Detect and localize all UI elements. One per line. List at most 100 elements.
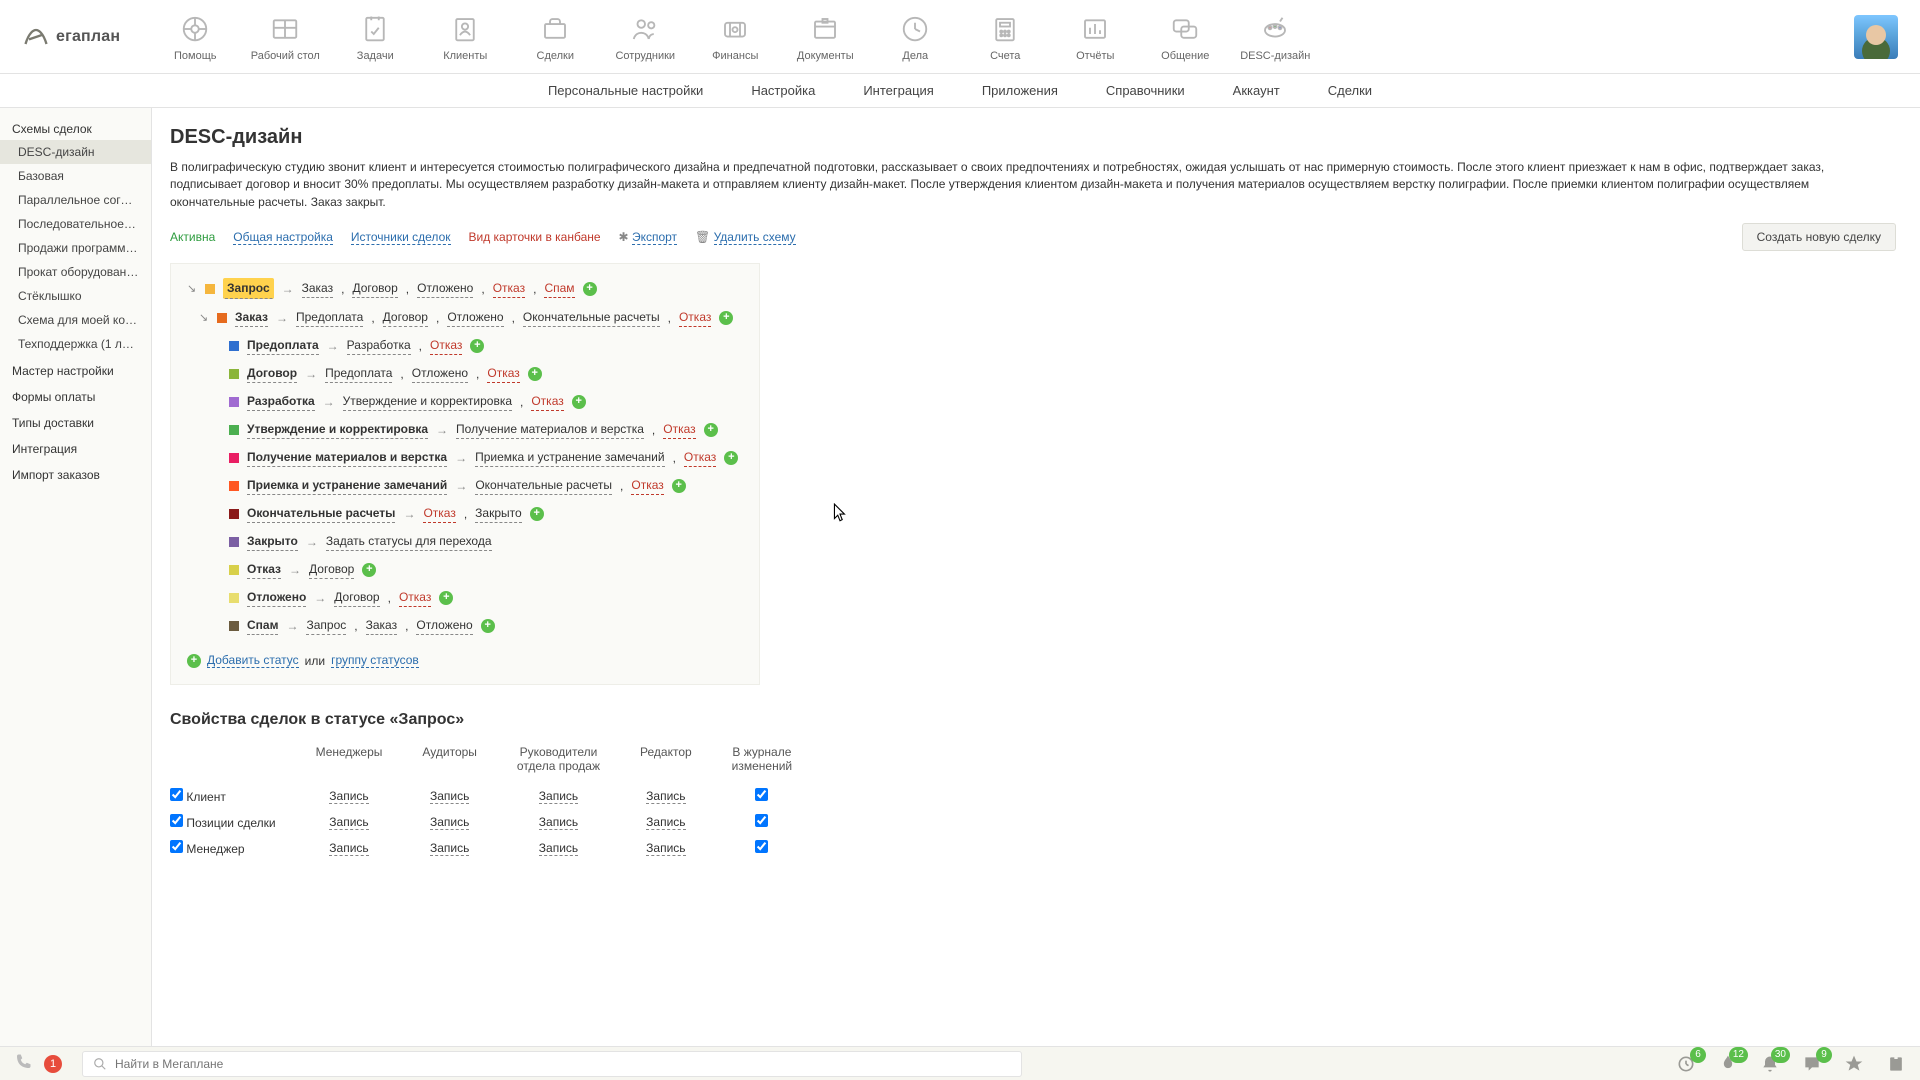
add-transition-icon[interactable]: + bbox=[481, 619, 495, 633]
transition-link[interactable]: Запрос bbox=[306, 616, 346, 635]
transition-link[interactable]: Отказ bbox=[493, 279, 525, 298]
access-cell[interactable]: Запись bbox=[430, 841, 469, 856]
access-cell[interactable]: Запись bbox=[646, 815, 685, 830]
prop-row-checkbox[interactable] bbox=[170, 840, 183, 853]
access-cell[interactable]: Запись bbox=[539, 841, 578, 856]
sidebar-scheme-item[interactable]: Стёклышко bbox=[0, 284, 151, 308]
transition-link[interactable]: Отложено bbox=[447, 308, 503, 327]
add-transition-icon[interactable]: + bbox=[362, 563, 376, 577]
log-checkbox[interactable] bbox=[755, 840, 768, 853]
sidebar-scheme-item[interactable]: DESC-дизайн bbox=[0, 140, 151, 164]
status-name[interactable]: Заказ bbox=[235, 308, 268, 327]
star-icon[interactable] bbox=[1844, 1054, 1864, 1074]
search-wrap[interactable] bbox=[82, 1051, 1022, 1077]
logo[interactable]: егаплан bbox=[22, 23, 120, 51]
access-cell[interactable]: Запись bbox=[646, 841, 685, 856]
sidebar-item[interactable]: Типы доставки bbox=[0, 408, 151, 434]
access-cell[interactable]: Запись bbox=[539, 789, 578, 804]
transition-link[interactable]: Разработка bbox=[347, 336, 411, 355]
create-deal-button[interactable]: Создать новую сделку bbox=[1742, 223, 1896, 251]
status-name[interactable]: Утверждение и корректировка bbox=[247, 420, 428, 439]
tab-active[interactable]: Активна bbox=[170, 230, 215, 244]
topnav-item-8[interactable]: Дела bbox=[880, 12, 950, 62]
sidebar-item[interactable]: Формы оплаты bbox=[0, 382, 151, 408]
clipboard-icon[interactable] bbox=[1886, 1054, 1906, 1074]
transition-link[interactable]: Заказ bbox=[302, 279, 333, 298]
add-transition-icon[interactable]: + bbox=[719, 311, 733, 325]
transition-link[interactable]: Отложено bbox=[417, 279, 473, 298]
transition-link[interactable]: Спам bbox=[544, 279, 574, 298]
phone-icon[interactable] bbox=[14, 1053, 32, 1074]
sidebar-item[interactable]: Интеграция bbox=[0, 434, 151, 460]
access-cell[interactable]: Запись bbox=[329, 789, 368, 804]
sidebar-scheme-item[interactable]: Параллельное согласование bbox=[0, 188, 151, 212]
transition-link[interactable]: Отложено bbox=[412, 364, 468, 383]
transition-link[interactable]: Отказ bbox=[679, 308, 711, 327]
topnav-item-6[interactable]: Финансы bbox=[700, 12, 770, 62]
transition-link[interactable]: Договор bbox=[352, 279, 397, 298]
sidebar-scheme-item[interactable]: Техподдержка (1 линия) bbox=[0, 332, 151, 356]
add-transition-icon[interactable]: + bbox=[572, 395, 586, 409]
status-name[interactable]: Запрос bbox=[223, 278, 274, 299]
status-name[interactable]: Разработка bbox=[247, 392, 315, 411]
topnav-item-11[interactable]: Общение bbox=[1150, 12, 1220, 62]
transition-link[interactable]: Получение материалов и верстка bbox=[456, 420, 644, 439]
topnav-item-12[interactable]: DESC-дизайн bbox=[1240, 12, 1310, 62]
tab-export[interactable]: ✱ Экспорт bbox=[619, 230, 677, 244]
add-transition-icon[interactable]: + bbox=[530, 507, 544, 521]
sidebar-scheme-item[interactable]: Прокат оборудования bbox=[0, 260, 151, 284]
bell-icon[interactable]: 30 bbox=[1760, 1054, 1780, 1074]
transition-link[interactable]: Договор bbox=[383, 308, 428, 327]
sidebar-item[interactable]: Мастер настройки bbox=[0, 356, 151, 382]
prop-row-checkbox[interactable] bbox=[170, 814, 183, 827]
access-cell[interactable]: Запись bbox=[430, 815, 469, 830]
subnav-item-5[interactable]: Аккаунт bbox=[1233, 83, 1280, 98]
transition-link[interactable]: Закрыто bbox=[475, 504, 522, 523]
access-cell[interactable]: Запись bbox=[329, 815, 368, 830]
transition-link[interactable]: Договор bbox=[309, 560, 354, 579]
sidebar-scheme-item[interactable]: Последовательное согласов... bbox=[0, 212, 151, 236]
fire-icon[interactable]: 12 bbox=[1718, 1054, 1738, 1074]
chat-icon[interactable]: 9 bbox=[1802, 1054, 1822, 1074]
status-name[interactable]: Приемка и устранение замечаний bbox=[247, 476, 447, 495]
add-transition-icon[interactable]: + bbox=[704, 423, 718, 437]
transition-link[interactable]: Отказ bbox=[399, 588, 431, 607]
subnav-item-1[interactable]: Настройка bbox=[751, 83, 815, 98]
transition-link[interactable]: Отказ bbox=[430, 336, 462, 355]
access-cell[interactable]: Запись bbox=[539, 815, 578, 830]
transition-link[interactable]: Окончательные расчеты bbox=[523, 308, 660, 327]
status-name[interactable]: Получение материалов и верстка bbox=[247, 448, 447, 467]
avatar[interactable] bbox=[1854, 15, 1898, 59]
topnav-item-2[interactable]: Задачи bbox=[340, 12, 410, 62]
add-transition-icon[interactable]: + bbox=[724, 451, 738, 465]
log-checkbox[interactable] bbox=[755, 814, 768, 827]
tab-delete[interactable]: 🗑 Удалить схему bbox=[695, 230, 796, 244]
subnav-item-2[interactable]: Интеграция bbox=[863, 83, 934, 98]
topnav-item-4[interactable]: Сделки bbox=[520, 12, 590, 62]
transition-link[interactable]: Отказ bbox=[487, 364, 519, 383]
transition-link[interactable]: Заказ bbox=[366, 616, 397, 635]
sidebar-scheme-item[interactable]: Схема для моей компании bbox=[0, 308, 151, 332]
add-transition-icon[interactable]: + bbox=[528, 367, 542, 381]
subnav-item-4[interactable]: Справочники bbox=[1106, 83, 1185, 98]
topnav-item-9[interactable]: Счета bbox=[970, 12, 1040, 62]
transition-link[interactable]: Отказ bbox=[423, 504, 455, 523]
access-cell[interactable]: Запись bbox=[430, 789, 469, 804]
access-cell[interactable]: Запись bbox=[329, 841, 368, 856]
search-input[interactable] bbox=[115, 1057, 1011, 1071]
transition-link[interactable]: Договор bbox=[334, 588, 379, 607]
expand-icon[interactable]: ↘ bbox=[187, 280, 197, 298]
transition-link[interactable]: Предоплата bbox=[296, 308, 363, 327]
tab-sources[interactable]: Источники сделок bbox=[351, 230, 451, 245]
access-cell[interactable]: Запись bbox=[646, 789, 685, 804]
transition-link[interactable]: Предоплата bbox=[325, 364, 392, 383]
add-status-link[interactable]: Добавить статус bbox=[207, 653, 299, 668]
status-name[interactable]: Предоплата bbox=[247, 336, 319, 355]
topnav-item-1[interactable]: Рабочий стол bbox=[250, 12, 320, 62]
add-transition-icon[interactable]: + bbox=[583, 282, 597, 296]
status-name[interactable]: Спам bbox=[247, 616, 278, 635]
sidebar-item[interactable]: Импорт заказов bbox=[0, 460, 151, 486]
transition-link[interactable]: Отказ bbox=[631, 476, 663, 495]
topnav-item-7[interactable]: Документы bbox=[790, 12, 860, 62]
status-name[interactable]: Отказ bbox=[247, 560, 281, 579]
